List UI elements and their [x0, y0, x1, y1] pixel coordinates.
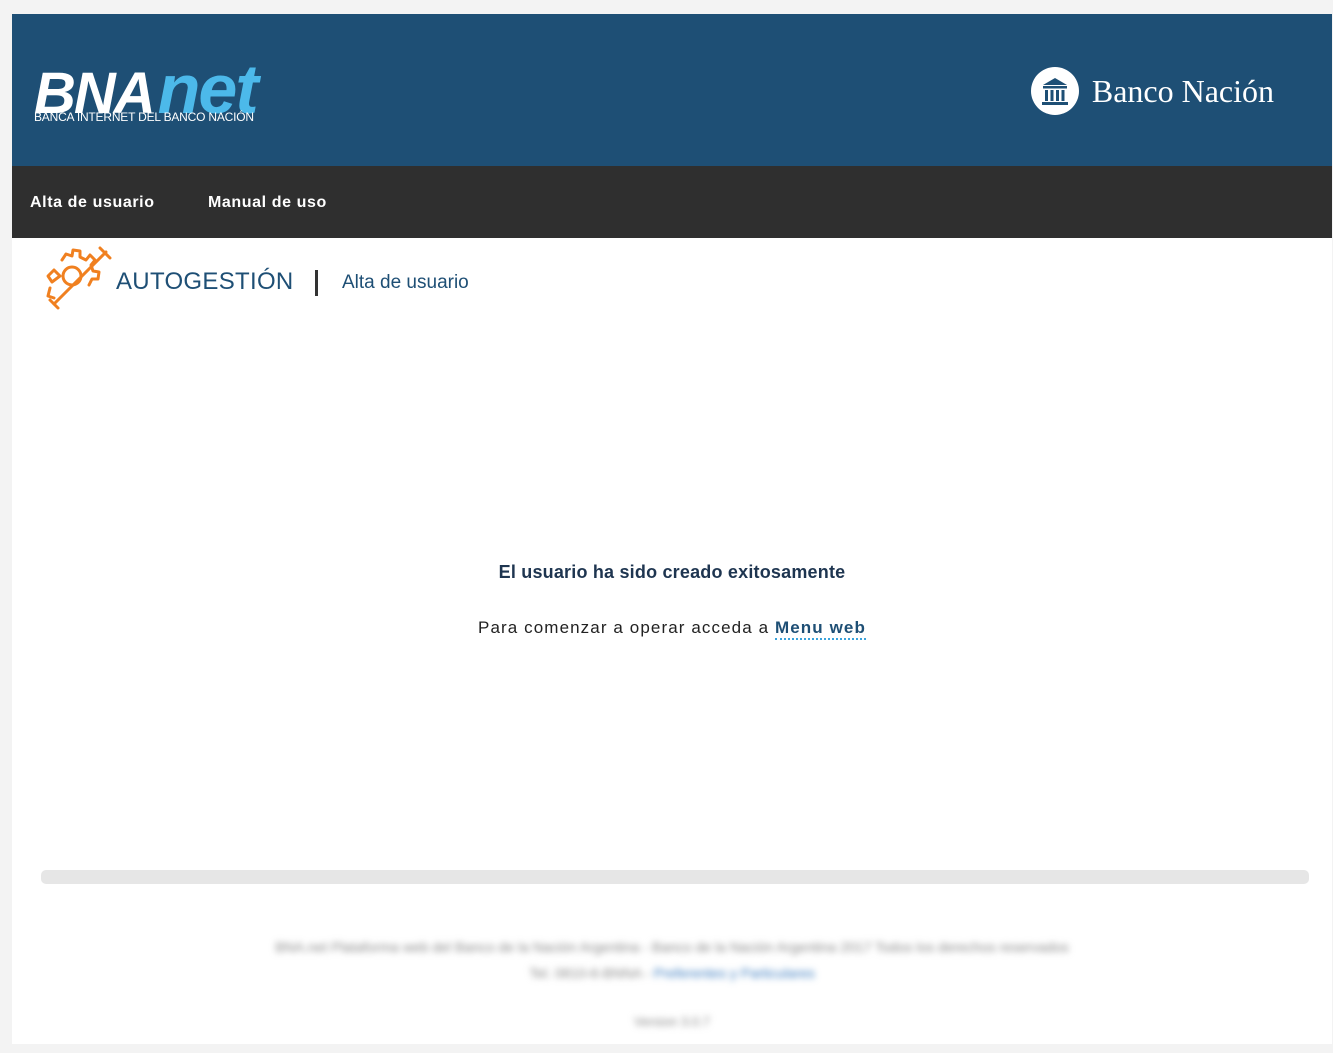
gear-wrench-icon: [46, 246, 112, 310]
page-frame: BNAnet BANCA INTERNET DEL BANCO NACIÓN B…: [12, 14, 1332, 1044]
footer: BNA.net Plataforma web del Banco de la N…: [12, 934, 1332, 986]
header: BNAnet BANCA INTERNET DEL BANCO NACIÓN B…: [12, 14, 1332, 166]
footer-contact: Tel. 0810-6-BNNA - Preferentes y Particu…: [12, 960, 1332, 986]
footer-copyright: BNA.net Plataforma web del Banco de la N…: [275, 939, 1069, 955]
bnanet-logo[interactable]: BNAnet BANCA INTERNET DEL BANCO NACIÓN: [34, 54, 259, 124]
section-separator: [315, 270, 318, 296]
footer-divider: [41, 870, 1309, 884]
banco-nacion-logo[interactable]: Banco Nación: [1030, 66, 1274, 116]
success-message: El usuario ha sido creado exitosamente: [498, 562, 846, 582]
section-title: AUTOGESTIÓN: [116, 268, 294, 295]
nav-item-manual-de-uso[interactable]: Manual de uso: [208, 194, 327, 212]
nav-item-alta-de-usuario[interactable]: Alta de usuario: [30, 194, 155, 212]
section-header: AUTOGESTIÓN Alta de usuario: [40, 246, 640, 326]
footer-phone: Tel. 0810-6-BNNA -: [529, 965, 654, 981]
menu-web-link[interactable]: Menu web: [774, 618, 866, 640]
bank-building-icon: [1030, 67, 1079, 115]
section-subtitle: Alta de usuario: [342, 272, 469, 293]
main-nav: Alta de usuario Manual de uso: [12, 166, 1332, 238]
brand-subtitle: BANCA INTERNET DEL BANCO NACIÓN: [34, 110, 254, 124]
bank-name: Banco Nación: [1091, 72, 1274, 109]
footer-version: Version 3.0.7: [634, 1014, 710, 1029]
instruction-text: Para comenzar a operar acceda a Menu web: [12, 618, 1332, 640]
instruction-prefix: Para comenzar a operar acceda a: [478, 618, 775, 637]
footer-link[interactable]: Preferentes y Particulares: [654, 965, 815, 981]
